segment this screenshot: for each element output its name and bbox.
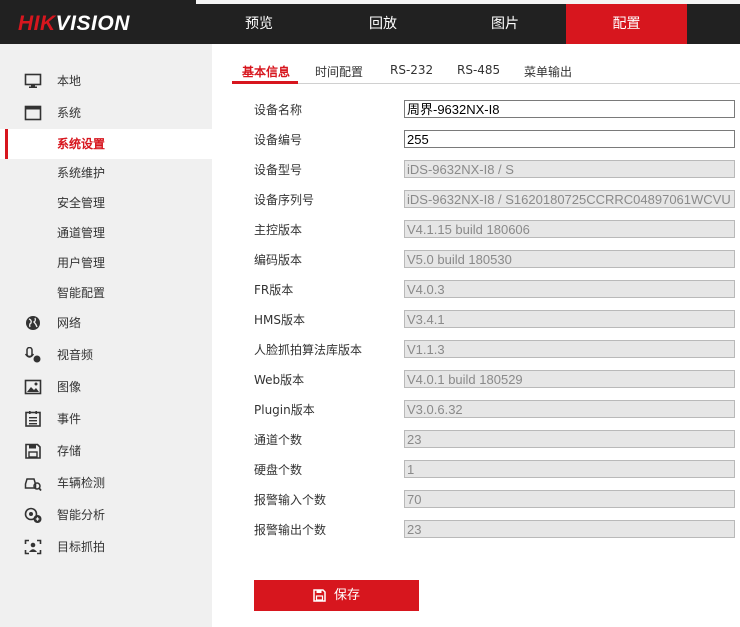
main-version-label: 主控版本 bbox=[254, 223, 303, 237]
brand-logo-hik: HIK bbox=[18, 12, 56, 35]
plugin-version-label: Plugin版本 bbox=[254, 403, 315, 417]
sidebar-item-label: 系统维护 bbox=[57, 166, 106, 180]
serial-number-field: iDS-9632NX-I8 / S1620180725CCRRC04897061… bbox=[404, 190, 735, 208]
hms-version-field: V3.4.1 bbox=[404, 310, 735, 328]
web-version-label: Web版本 bbox=[254, 373, 305, 387]
target-capture-icon bbox=[24, 539, 42, 555]
serial-number-label: 设备序列号 bbox=[254, 193, 315, 207]
plugin-version-field: V3.0.6.32 bbox=[404, 400, 735, 418]
image-icon bbox=[24, 379, 42, 395]
nav-preview[interactable]: 预览 bbox=[196, 4, 322, 44]
tab-time-settings[interactable]: 时间配置 bbox=[315, 63, 363, 83]
alarm-output-count-field: 23 bbox=[404, 520, 735, 538]
encode-version-field: V5.0 build 180530 bbox=[404, 250, 735, 268]
tab-active-underline bbox=[232, 81, 298, 84]
system-window-icon bbox=[24, 105, 42, 121]
monitor-icon bbox=[24, 73, 42, 88]
microphone-icon bbox=[24, 347, 41, 363]
nav-picture[interactable]: 图片 bbox=[444, 4, 566, 44]
save-icon bbox=[313, 589, 326, 602]
tab-rs485[interactable]: RS-485 bbox=[457, 63, 500, 83]
sidebar-item-label: 图像 bbox=[57, 380, 82, 394]
active-indicator bbox=[5, 129, 8, 159]
hdd-count-label: 硬盘个数 bbox=[254, 463, 303, 477]
device-model-label: 设备型号 bbox=[254, 163, 303, 177]
nav-configuration[interactable]: 配置 bbox=[566, 4, 687, 44]
hdd-count-field: 1 bbox=[404, 460, 735, 478]
sidebar-item-label: 本地 bbox=[57, 74, 82, 88]
event-list-icon bbox=[25, 411, 41, 427]
sidebar-item-label: 安全管理 bbox=[57, 196, 106, 210]
sidebar-item-label: 智能分析 bbox=[57, 508, 106, 522]
sidebar-item-smart-analysis[interactable]: 智能分析 bbox=[0, 500, 212, 530]
hms-version-label: HMS版本 bbox=[254, 313, 305, 327]
sidebar-item-label: 智能配置 bbox=[57, 286, 106, 300]
save-button[interactable]: 保存 bbox=[254, 580, 419, 611]
globe-icon bbox=[26, 316, 40, 330]
sidebar-item-label: 网络 bbox=[57, 316, 82, 330]
alarm-output-count-label: 报警输出个数 bbox=[254, 523, 327, 537]
device-model-field: iDS-9632NX-I8 / S bbox=[404, 160, 735, 178]
sidebar-item-label: 存储 bbox=[57, 444, 82, 458]
channel-count-field: 23 bbox=[404, 430, 735, 448]
encode-version-label: 编码版本 bbox=[254, 253, 303, 267]
sidebar-item-vehicle-detection[interactable]: 车辆检测 bbox=[0, 468, 212, 498]
tab-rs232[interactable]: RS-232 bbox=[390, 63, 433, 83]
sidebar-item-audio-video[interactable]: 视音频 bbox=[0, 340, 212, 370]
smart-analysis-icon bbox=[24, 507, 42, 523]
fr-version-field: V4.0.3 bbox=[404, 280, 735, 298]
face-algo-version-label: 人脸抓拍算法库版本 bbox=[254, 343, 363, 357]
sidebar-item-local[interactable]: 本地 bbox=[0, 66, 212, 96]
sidebar-item-label: 系统设置 bbox=[57, 137, 106, 151]
sidebar-item-system-maintenance[interactable]: 系统维护 bbox=[0, 158, 212, 188]
sidebar-item-label: 系统 bbox=[57, 106, 82, 120]
brand-logo-vision: VISION bbox=[55, 12, 130, 35]
device-number-input[interactable]: 255 bbox=[404, 130, 735, 148]
tab-divider bbox=[232, 83, 740, 84]
sidebar-item-network[interactable]: 网络 bbox=[0, 308, 212, 338]
tab-menu-output[interactable]: 菜单输出 bbox=[524, 63, 572, 83]
sidebar-item-channel-management[interactable]: 通道管理 bbox=[0, 218, 212, 248]
sidebar-item-system-settings[interactable]: 系统设置 bbox=[0, 129, 212, 159]
nav-playback[interactable]: 回放 bbox=[322, 4, 444, 44]
tab-basic-info[interactable]: 基本信息 bbox=[242, 63, 290, 83]
fr-version-label: FR版本 bbox=[254, 283, 294, 297]
sidebar-item-label: 车辆检测 bbox=[57, 476, 106, 490]
device-number-label: 设备编号 bbox=[254, 133, 303, 147]
alarm-input-count-label: 报警输入个数 bbox=[254, 493, 327, 507]
sidebar-item-label: 目标抓拍 bbox=[57, 540, 106, 554]
sidebar-item-label: 视音频 bbox=[57, 348, 94, 362]
device-name-input[interactable]: 周界-9632NX-I8 bbox=[404, 100, 735, 118]
sidebar-item-label: 用户管理 bbox=[57, 256, 106, 270]
alarm-input-count-field: 70 bbox=[404, 490, 735, 508]
brand-logo: HIKVISION bbox=[18, 12, 130, 36]
web-version-field: V4.0.1 build 180529 bbox=[404, 370, 735, 388]
sidebar-item-image[interactable]: 图像 bbox=[0, 372, 212, 402]
sidebar-item-target-capture[interactable]: 目标抓拍 bbox=[0, 532, 212, 562]
main-version-field: V4.1.15 build 180606 bbox=[404, 220, 735, 238]
sidebar-item-event[interactable]: 事件 bbox=[0, 404, 212, 434]
sidebar-item-security[interactable]: 安全管理 bbox=[0, 188, 212, 218]
face-algo-version-field: V1.1.3 bbox=[404, 340, 735, 358]
sidebar-item-system[interactable]: 系统 bbox=[0, 98, 212, 128]
sidebar-item-storage[interactable]: 存储 bbox=[0, 436, 212, 466]
vehicle-detect-icon bbox=[24, 478, 42, 491]
device-name-label: 设备名称 bbox=[254, 103, 303, 117]
save-button-label: 保存 bbox=[333, 588, 360, 603]
sidebar-item-label: 通道管理 bbox=[57, 226, 106, 240]
channel-count-label: 通道个数 bbox=[254, 433, 303, 447]
sidebar-item-user-management[interactable]: 用户管理 bbox=[0, 248, 212, 278]
sidebar-item-label: 事件 bbox=[57, 412, 82, 426]
floppy-disk-icon bbox=[25, 443, 41, 459]
sidebar-item-smart-config[interactable]: 智能配置 bbox=[0, 278, 212, 308]
